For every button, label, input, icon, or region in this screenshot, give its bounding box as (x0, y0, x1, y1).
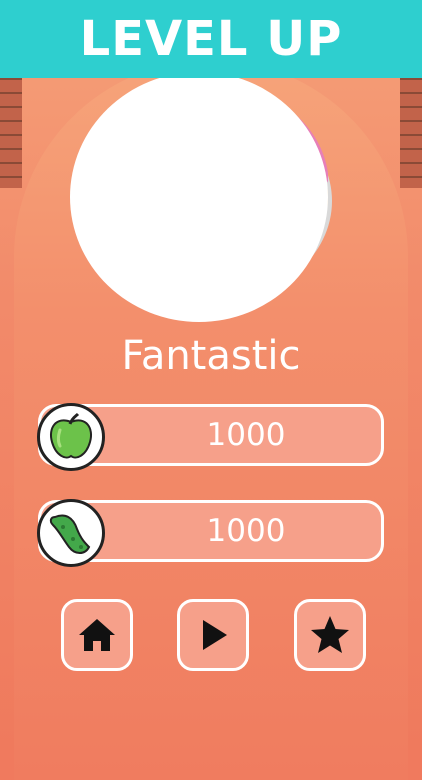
home-icon (79, 619, 115, 651)
green-apple-icon (37, 403, 105, 471)
star-icon (311, 616, 349, 653)
apple-stat-bar: 1000 (37, 403, 384, 471)
apple-count: 1000 (206, 417, 286, 453)
level-up-banner: LEVEL UP (0, 0, 422, 78)
pickle-stat-bar: 1000 (37, 499, 384, 567)
pickle-count: 1000 (206, 513, 286, 549)
play-button[interactable] (177, 599, 249, 671)
banner-title: LEVEL UP (79, 11, 343, 67)
rate-button[interactable] (294, 599, 366, 671)
home-button[interactable] (61, 599, 133, 671)
brick-wall-left (0, 78, 22, 188)
play-icon (203, 620, 227, 650)
result-message: Fantastic (121, 333, 301, 379)
brick-wall-right (400, 78, 422, 188)
pickle-icon (37, 499, 105, 567)
plate (70, 72, 328, 322)
